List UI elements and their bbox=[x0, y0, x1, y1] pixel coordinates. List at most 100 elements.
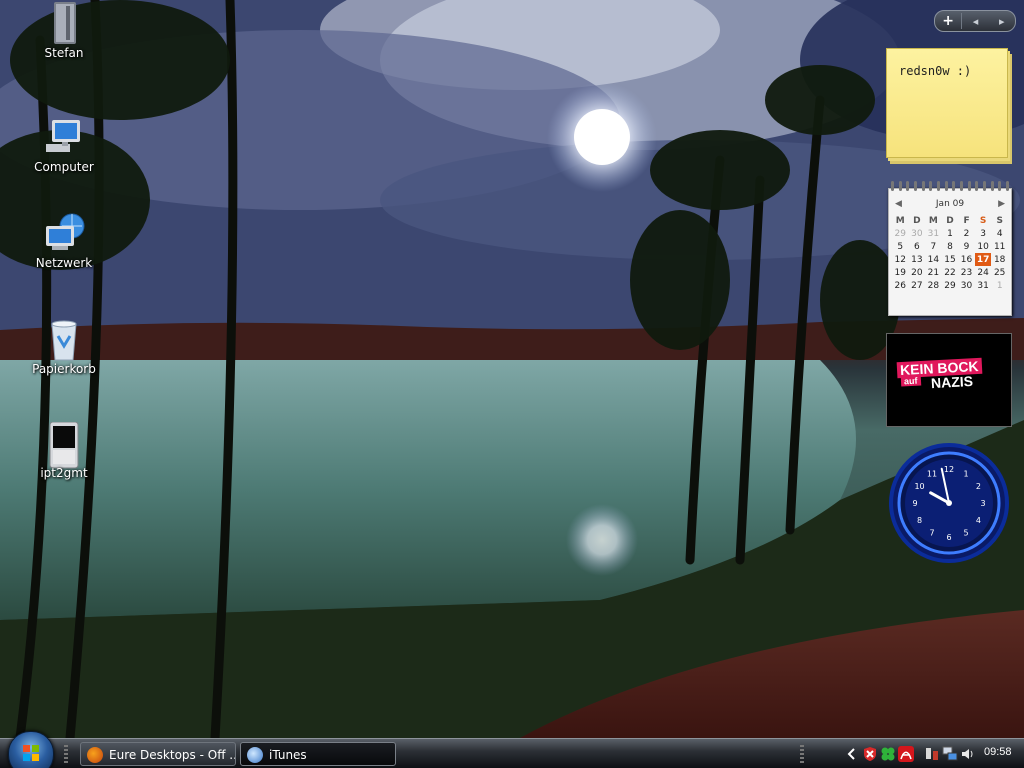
network-globe-icon bbox=[44, 212, 85, 252]
calendar-day[interactable]: 20 bbox=[909, 266, 926, 279]
calendar-week: 29 30 31 1 2 3 4 bbox=[892, 227, 1008, 240]
calendar-day[interactable]: 11 bbox=[991, 240, 1008, 253]
calendar-day[interactable]: 24 bbox=[975, 266, 992, 279]
calendar-day[interactable]: 18 bbox=[991, 253, 1008, 266]
analog-clock: 12 12 3 45 6 789 1011 bbox=[889, 443, 1009, 563]
desktop-icon-user-folder[interactable]: Stefan bbox=[24, 2, 104, 60]
clock-numeral: 7 bbox=[929, 528, 934, 537]
calendar-week: 26 27 28 29 30 31 1 bbox=[892, 279, 1008, 292]
calendar-day-header: S bbox=[979, 215, 987, 226]
volume-icon[interactable] bbox=[960, 746, 976, 762]
calendar-day[interactable]: 27 bbox=[909, 279, 926, 292]
tray-grip[interactable] bbox=[800, 745, 804, 763]
calendar-day[interactable]: 29 bbox=[892, 227, 909, 240]
desktop-icon-label: ipt2gmt bbox=[40, 466, 88, 480]
calendar-day[interactable]: 5 bbox=[892, 240, 909, 253]
calendar-week: 19 20 21 22 23 24 25 bbox=[892, 266, 1008, 279]
clock-numeral: 10 bbox=[914, 482, 924, 491]
taskbar-button-firefox[interactable]: Eure Desktops - Off ... bbox=[80, 742, 236, 766]
desktop-icon-computer[interactable]: Computer bbox=[24, 116, 104, 174]
sidebar-prev-button[interactable]: ◂ bbox=[962, 15, 988, 28]
taskbar-button-itunes[interactable]: iTunes bbox=[240, 742, 396, 766]
calendar-week: 12 13 14 15 16 17 18 bbox=[892, 253, 1008, 266]
user-folder-icon bbox=[44, 2, 84, 44]
calendar-day[interactable]: 29 bbox=[942, 279, 959, 292]
clover-icon[interactable] bbox=[880, 746, 896, 762]
slogan-picture-gadget[interactable]: KEIN BOCK auf NAZIS bbox=[886, 333, 1012, 427]
network-icon[interactable] bbox=[942, 746, 958, 762]
calendar-day[interactable]: 3 bbox=[975, 227, 992, 240]
calendar-day[interactable]: 23 bbox=[958, 266, 975, 279]
taskbar-button-label: Eure Desktops - Off ... bbox=[109, 748, 236, 762]
calendar-day-header: S bbox=[996, 215, 1003, 226]
sidebar-next-button[interactable]: ▸ bbox=[989, 15, 1015, 28]
security-shield-icon[interactable] bbox=[862, 746, 878, 762]
clock-numeral: 5 bbox=[963, 528, 968, 537]
clock-numeral: 11 bbox=[927, 470, 937, 479]
calendar-gadget[interactable]: ◀ Jan 09 ▶ M D M D F S S 29 30 31 1 2 3 … bbox=[888, 181, 1012, 316]
safely-remove-hardware-icon[interactable] bbox=[924, 746, 940, 762]
calendar-day[interactable]: 9 bbox=[958, 240, 975, 253]
calendar-day[interactable]: 14 bbox=[925, 253, 942, 266]
desktop-icon-label: Computer bbox=[34, 160, 94, 174]
add-gadget-button[interactable]: + bbox=[935, 13, 963, 29]
calendar-day[interactable]: 28 bbox=[925, 279, 942, 292]
calendar-day[interactable]: 21 bbox=[925, 266, 942, 279]
calendar-day[interactable]: 2 bbox=[958, 227, 975, 240]
computer-icon bbox=[44, 116, 84, 156]
calendar-day[interactable]: 31 bbox=[975, 279, 992, 292]
taskbar-clock[interactable]: 09:58 bbox=[984, 746, 1012, 758]
clock-numeral: 12 bbox=[944, 465, 954, 474]
calendar-month-label: Jan 09 bbox=[935, 199, 965, 209]
calendar-day[interactable]: 12 bbox=[892, 253, 909, 266]
clock-numeral: 8 bbox=[917, 516, 922, 525]
show-hidden-icons-chevron[interactable] bbox=[844, 746, 860, 762]
clock-numeral: 4 bbox=[976, 516, 981, 525]
calendar-day[interactable]: 10 bbox=[975, 240, 992, 253]
note-text[interactable]: redsn0w :) bbox=[899, 64, 971, 78]
calendar-day[interactable]: 22 bbox=[942, 266, 959, 279]
clock-numeral: 9 bbox=[912, 499, 917, 508]
calendar-day[interactable]: 6 bbox=[909, 240, 926, 253]
notes-gadget[interactable]: redsn0w :) bbox=[886, 48, 1008, 158]
sidebar-controls: + ◂ ▸ bbox=[934, 10, 1016, 32]
calendar-grid: M D M D F S S 29 30 31 1 2 3 4 5 6 7 8 9… bbox=[892, 214, 1008, 292]
calendar-day[interactable]: 7 bbox=[925, 240, 942, 253]
calendar-day[interactable]: 4 bbox=[991, 227, 1008, 240]
desktop-icon-recycle-bin[interactable]: Papierkorb bbox=[24, 318, 104, 376]
adobe-icon[interactable] bbox=[898, 746, 914, 762]
itunes-icon bbox=[247, 747, 263, 763]
application-icon bbox=[44, 421, 84, 469]
calendar-day[interactable]: 31 bbox=[925, 227, 942, 240]
desktop-wallpaper bbox=[0, 0, 1024, 768]
calendar-day[interactable]: 1 bbox=[942, 227, 959, 240]
calendar-day-today[interactable]: 17 bbox=[974, 253, 992, 266]
calendar-day[interactable]: 30 bbox=[958, 279, 975, 292]
calendar-day[interactable]: 8 bbox=[942, 240, 959, 253]
taskbar-grip[interactable] bbox=[64, 745, 68, 763]
calendar-day[interactable]: 25 bbox=[991, 266, 1008, 279]
calendar-day[interactable]: 1 bbox=[991, 279, 1008, 292]
calendar-next-icon[interactable]: ▶ bbox=[998, 199, 1005, 209]
calendar-day[interactable]: 16 bbox=[958, 253, 975, 266]
desktop-icon-label: Netzwerk bbox=[35, 256, 93, 270]
calendar-day-header: D bbox=[946, 215, 954, 226]
windows-orb-icon bbox=[23, 745, 39, 761]
desktop-icon-ipt2gmt[interactable]: ipt2gmt bbox=[24, 421, 104, 480]
calendar-day[interactable]: 30 bbox=[909, 227, 926, 240]
calendar-day-header: F bbox=[963, 215, 970, 226]
desktop-icon-network[interactable]: Netzwerk bbox=[24, 212, 104, 270]
taskbar: Eure Desktops - Off ... iTunes 09:58 bbox=[0, 731, 1024, 768]
clock-numeral: 3 bbox=[980, 499, 985, 508]
start-button[interactable] bbox=[8, 731, 54, 768]
calendar-day[interactable]: 26 bbox=[892, 279, 909, 292]
calendar-day-header: M bbox=[895, 215, 905, 226]
calendar-day-header: M bbox=[928, 215, 938, 226]
calendar-day[interactable]: 13 bbox=[909, 253, 926, 266]
wallpaper-scene bbox=[0, 0, 1024, 738]
calendar-day[interactable]: 15 bbox=[942, 253, 959, 266]
calendar-day-header: D bbox=[913, 215, 921, 226]
calendar-day[interactable]: 19 bbox=[892, 266, 909, 279]
calendar-day-headers: M D M D F S S bbox=[892, 214, 1008, 227]
clock-gadget[interactable]: 12 1 2 3 4 5 6 7 8 9 10 11 bbox=[888, 442, 1010, 564]
